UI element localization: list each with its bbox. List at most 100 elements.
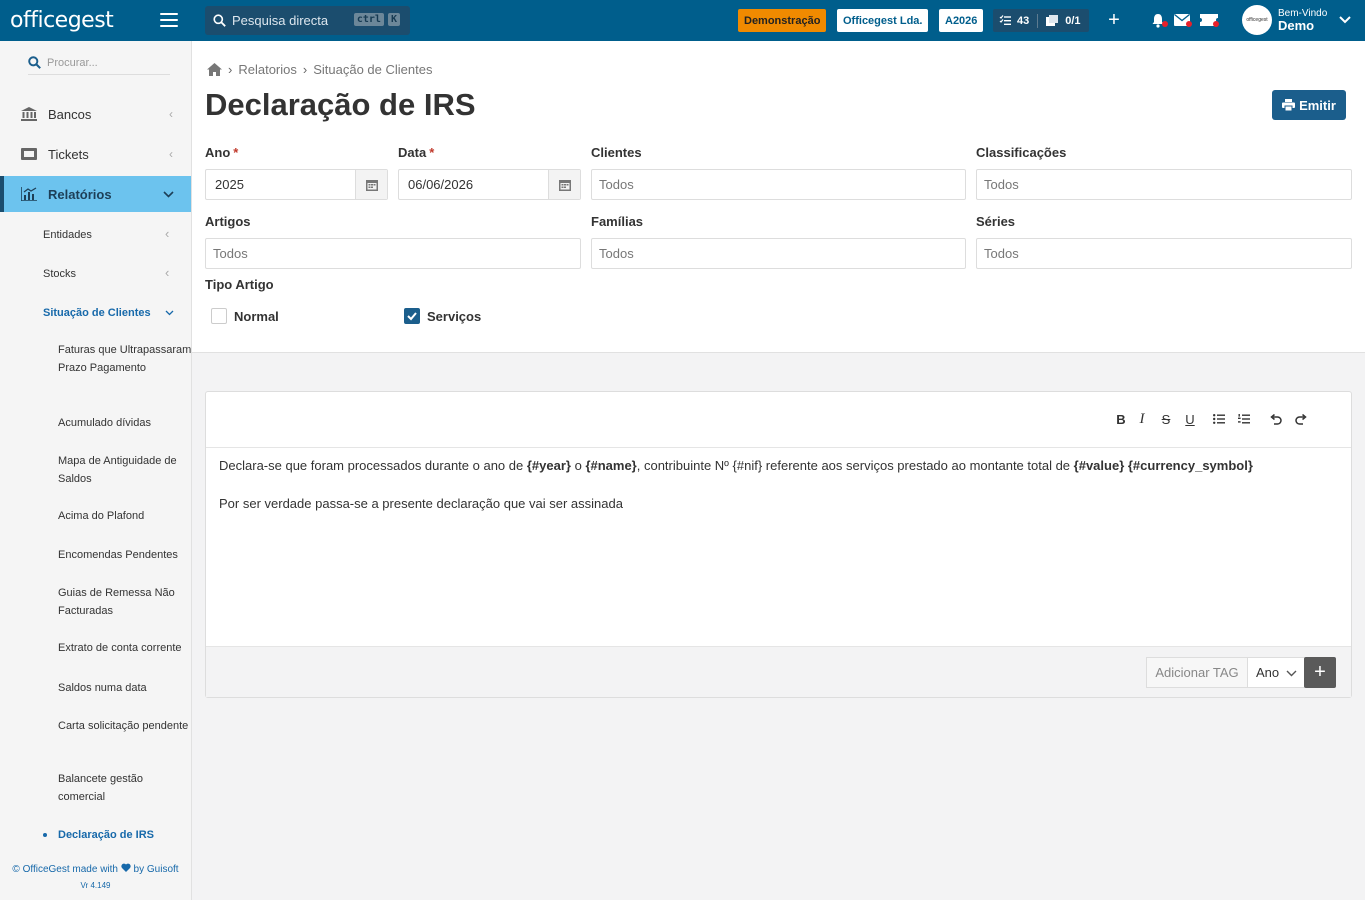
emit-button-label: Emitir [1299,97,1336,113]
sidebar-item-bancos[interactable]: Bancos ‹ [0,99,191,129]
printer-icon [1282,99,1296,111]
tag-select[interactable]: Ano [1247,657,1305,688]
declaration-editor: B I S U Declara-se que foram processados… [205,391,1352,698]
company-badge[interactable]: Officegest Lda. [837,9,929,32]
ticket-icon [21,148,37,160]
chevron-left-icon: ‹ [165,265,170,280]
app-logo[interactable]: officegest [0,0,114,41]
add-tag-button[interactable]: + [1304,657,1336,688]
mail-icon[interactable] [1172,11,1192,29]
familias-label: Famílias [591,214,644,229]
tipo-artigo-label: Tipo Artigo [205,277,274,292]
avatar: officegest [1242,5,1272,35]
footer-brand[interactable]: by Guisoft [134,864,179,875]
sidebar-item-tickets[interactable]: Tickets ‹ [0,139,191,169]
data-value: 06/06/2026 [408,177,474,192]
underline-button[interactable]: U [1180,410,1200,428]
breadcrumb-relatorios[interactable]: Relatorios [238,62,297,77]
global-search-input[interactable]: Pesquisa directa ctrl K [205,6,410,35]
sidebar-link-encomendas-pendentes[interactable]: Encomendas Pendentes [58,547,192,565]
editor-content[interactable]: Declara-se que foram processados durante… [219,457,1339,513]
sidebar-link-faturas-prazo[interactable]: Faturas que Ultrapassaram Prazo Pagament… [58,342,192,377]
ticket-dot [1213,21,1219,27]
ticket-alert-icon[interactable] [1199,11,1219,29]
add-tag-label: Adicionar TAG [1146,657,1248,688]
editor-footer: Adicionar TAG Ano + [206,646,1351,697]
strikethrough-button[interactable]: S [1156,410,1176,428]
calendar-icon [365,179,378,191]
ano-calendar-button[interactable] [355,170,387,199]
servicos-checkbox[interactable] [404,308,420,324]
user-menu[interactable]: officegest Bem-Vindo Demo [1242,5,1352,35]
editor-toolbar: B I S U [206,392,1351,448]
sidebar-sub-situacao-clientes[interactable]: Situação de Clientes [43,307,151,319]
sidebar-link-acima-plafond[interactable]: Acima do Plafond [58,508,192,526]
italic-button[interactable]: I [1132,410,1152,428]
data-label: Data * [398,145,435,160]
footer-text: © OfficeGest made with [12,864,118,875]
series-label: Séries [976,214,1016,229]
year-badge[interactable]: A2026 [939,9,984,32]
user-text: Bem-Vindo Demo [1278,8,1327,32]
classificacoes-select[interactable]: Todos [976,169,1352,200]
search-placeholder: Pesquisa directa [232,13,329,28]
normal-checkbox[interactable] [211,308,227,324]
tag-select-value: Ano [1256,665,1280,680]
breadcrumb-situacao[interactable]: Situação de Clientes [313,62,432,77]
chevron-down-icon [1339,16,1352,24]
classificacoes-label: Classificações [976,145,1067,160]
bullet-list-icon[interactable] [1209,410,1229,428]
ano-input[interactable]: 2025 [205,169,388,200]
chevron-left-icon: ‹ [165,226,170,241]
familias-select[interactable]: Todos [591,238,966,269]
sidebar-sub-entidades[interactable]: Entidades [43,229,92,241]
version-label: Vr 4.149 [80,881,111,890]
undo-icon[interactable] [1266,410,1286,428]
data-calendar-button[interactable] [548,170,580,199]
home-icon[interactable] [207,63,222,76]
sidebar-item-label: Relatórios [48,186,112,202]
normal-checkbox-label[interactable]: Normal [234,309,279,324]
bell-icon[interactable] [1148,11,1168,29]
redo-icon[interactable] [1291,410,1311,428]
chevron-down-icon [1286,670,1297,677]
docs-count: 0/1 [1065,14,1081,27]
sidebar-link-carta-solicitacao[interactable]: Carta solicitação pendente [58,718,192,736]
sidebar-link-acumulado-dividas[interactable]: Acumulado dívidas [58,415,192,433]
sidebar-link-declaracao-irs[interactable]: Declaração de IRS [58,827,192,845]
artigos-label: Artigos [205,214,251,229]
sidebar-link-balancete[interactable]: Balancete gestão comercial [58,771,192,806]
sidebar-sub-stocks[interactable]: Stocks [43,268,76,280]
check-icon [407,312,417,321]
numbered-list-icon[interactable] [1234,410,1254,428]
sidebar-link-mapa-antiguidade[interactable]: Mapa de Antiguidade de Saldos [58,453,192,488]
sidebar-link-extrato-conta[interactable]: Extrato de conta corrente [58,640,192,658]
tag-name: {#name} [585,458,637,473]
emit-button[interactable]: Emitir [1272,90,1346,120]
clientes-select[interactable]: Todos [591,169,966,200]
tasks-docs-badge[interactable]: 43 0/1 [993,9,1089,32]
sidebar-item-relatorios[interactable]: Relatórios [0,176,191,212]
series-select[interactable]: Todos [976,238,1352,269]
artigos-select[interactable]: Todos [205,238,581,269]
search-icon [28,56,41,69]
add-icon[interactable]: + [1104,9,1124,31]
menu-toggle-icon[interactable] [160,13,178,27]
sidebar-search-input[interactable]: Procurar... [28,51,170,75]
servicos-checkbox-label[interactable]: Serviços [427,309,481,324]
chevron-right-icon: › [302,62,308,77]
top-bar: officegest Pesquisa directa ctrl K Demon… [0,0,1365,41]
editor-paragraph-2: Por ser verdade passa-se a presente decl… [219,496,623,511]
sidebar-link-saldos-data[interactable]: Saldos numa data [58,680,192,698]
clientes-label: Clientes [591,145,642,160]
tasks-count: 43 [1017,14,1030,27]
kbd-ctrl: ctrl [353,13,384,26]
data-input[interactable]: 06/06/2026 [398,169,581,200]
page-title: Declaração de IRS [205,87,476,122]
sidebar-link-guias-remessa[interactable]: Guias de Remessa Não Facturadas [58,585,192,620]
sidebar-footer: © OfficeGest made with by Guisoft [0,863,191,875]
documents-icon [1046,15,1059,26]
demo-badge[interactable]: Demonstração [738,9,827,32]
bold-button[interactable]: B [1111,410,1131,428]
search-icon [213,14,226,27]
